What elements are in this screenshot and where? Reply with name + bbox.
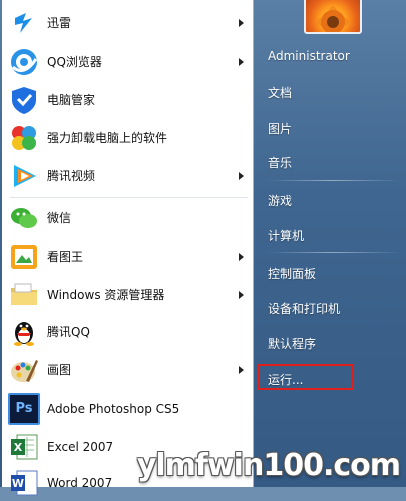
- wechat-icon: [8, 202, 40, 234]
- places-item-pictures[interactable]: 图片: [268, 120, 292, 137]
- places-item-games[interactable]: 游戏: [268, 192, 292, 209]
- submenu-arrow-icon: [239, 171, 244, 180]
- program-label: 微信: [47, 211, 72, 225]
- program-xunlei[interactable]: 迅雷: [2, 4, 254, 41]
- program-qq-browser[interactable]: QQ浏览器: [2, 43, 254, 80]
- places-divider: [266, 180, 400, 181]
- programs-divider: [10, 197, 248, 198]
- xunlei-icon: [8, 7, 40, 39]
- user-avatar[interactable]: [304, 0, 362, 34]
- excel-icon: X: [8, 431, 40, 463]
- places-item-music[interactable]: 音乐: [268, 154, 292, 171]
- places-item-devices-printers[interactable]: 设备和打印机: [268, 300, 340, 317]
- places-item-computer[interactable]: 计算机: [268, 227, 304, 244]
- start-menu: 迅雷 QQ浏览器 电脑管家 强力卸载电脑上的软件 腾讯视频 微信 看图王 Win…: [0, 0, 406, 495]
- program-pc-manager[interactable]: 电脑管家: [2, 81, 254, 118]
- program-label: QQ浏览器: [47, 55, 102, 69]
- qq-browser-icon: [8, 46, 40, 78]
- pc-manager-icon: [8, 84, 40, 116]
- places-panel: Administrator 文档 图片 音乐 游戏 计算机 控制面板 设备和打印…: [254, 0, 406, 487]
- paint-icon: [8, 354, 40, 386]
- uninstall-icon: [8, 122, 40, 154]
- qq-penguin-icon: [8, 316, 40, 348]
- tencent-video-icon: [8, 160, 40, 192]
- site-watermark: ylmfwin100.com: [136, 448, 401, 483]
- submenu-arrow-icon: [239, 365, 244, 374]
- run-highlight-box: [257, 364, 353, 390]
- places-divider: [266, 252, 400, 253]
- program-uninstall[interactable]: 强力卸载电脑上的软件: [2, 119, 254, 156]
- places-item-documents[interactable]: 文档: [268, 84, 292, 101]
- program-wechat[interactable]: 微信: [2, 199, 254, 236]
- program-label: Word 2007: [47, 475, 113, 490]
- program-label: 腾讯视频: [47, 169, 96, 183]
- program-tencent-video[interactable]: 腾讯视频: [2, 157, 254, 194]
- places-item-default-programs[interactable]: 默认程序: [268, 335, 316, 352]
- program-label: 看图王: [47, 250, 84, 264]
- program-label: 画图: [47, 363, 72, 377]
- svg-text:X: X: [14, 441, 23, 454]
- programs-panel: 迅雷 QQ浏览器 电脑管家 强力卸载电脑上的软件 腾讯视频 微信 看图王 Win…: [2, 0, 254, 495]
- image-viewer-icon: [8, 241, 40, 273]
- places-item-control-panel[interactable]: 控制面板: [268, 265, 316, 282]
- program-label: 强力卸载电脑上的软件: [47, 131, 168, 145]
- photoshop-icon: Ps: [8, 392, 40, 425]
- submenu-arrow-icon: [239, 57, 244, 66]
- program-label: 迅雷: [47, 16, 72, 30]
- program-tencent-qq[interactable]: 腾讯QQ: [2, 313, 254, 350]
- program-label: 腾讯QQ: [47, 325, 90, 339]
- program-paint[interactable]: 画图: [2, 351, 254, 388]
- submenu-arrow-icon: [239, 290, 244, 299]
- program-photoshop[interactable]: Ps Adobe Photoshop CS5: [2, 390, 254, 427]
- explorer-icon: [8, 279, 40, 311]
- places-item-administrator[interactable]: Administrator: [268, 49, 350, 63]
- word-icon: W: [8, 467, 40, 499]
- submenu-arrow-icon: [239, 18, 244, 27]
- program-label: Excel 2007: [47, 439, 114, 454]
- svg-text:W: W: [12, 477, 24, 490]
- program-label: Adobe Photoshop CS5: [47, 401, 180, 416]
- submenu-arrow-icon: [239, 252, 244, 261]
- program-image-viewer[interactable]: 看图王: [2, 238, 254, 275]
- program-windows-explorer[interactable]: Windows 资源管理器: [2, 276, 254, 313]
- program-label: 电脑管家: [47, 93, 96, 107]
- program-label: Windows 资源管理器: [47, 288, 165, 302]
